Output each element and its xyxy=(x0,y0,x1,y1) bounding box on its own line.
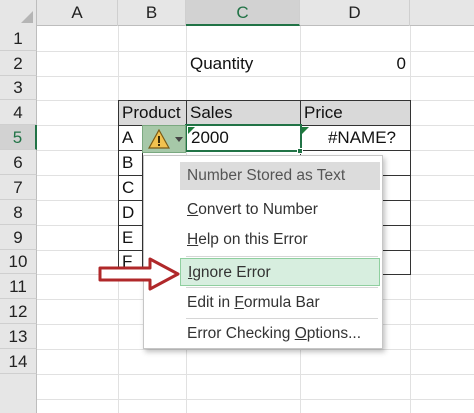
error-indicator-icon xyxy=(302,127,309,134)
row-header-5[interactable]: 5 xyxy=(0,125,37,150)
menu-item-error-checking-options[interactable]: Error Checking Options... xyxy=(180,320,380,348)
menu-item-convert-to-number[interactable]: Convert to Number xyxy=(180,196,380,224)
row-header-11[interactable]: 11 xyxy=(0,274,37,299)
grid-line xyxy=(37,399,474,400)
menu-item-ignore-error[interactable]: Ignore Error xyxy=(180,258,380,286)
warning-triangle-icon xyxy=(148,129,170,149)
price-cell-error[interactable]: #NAME? xyxy=(300,126,396,150)
select-all-icon xyxy=(21,11,33,23)
product-cell[interactable]: E xyxy=(122,226,133,250)
menu-item-help-on-error[interactable]: Help on this Error xyxy=(180,226,380,254)
column-header-b[interactable]: B xyxy=(118,0,186,26)
chevron-down-icon xyxy=(175,137,183,142)
active-cell-border xyxy=(185,124,302,152)
grid-line xyxy=(37,51,474,52)
error-options-menu: Number Stored as Text Convert to Number … xyxy=(143,155,383,349)
error-options-button[interactable] xyxy=(142,125,186,153)
product-cell[interactable]: B xyxy=(122,151,133,175)
grid-line xyxy=(37,374,474,375)
menu-separator xyxy=(186,318,378,319)
row-header-10[interactable]: 10 xyxy=(0,250,37,274)
column-header-d[interactable]: D xyxy=(300,0,410,26)
row-header-8[interactable]: 8 xyxy=(0,200,37,225)
grid-line xyxy=(37,349,474,350)
table-header-product[interactable]: Product xyxy=(118,100,187,126)
row-header-1[interactable]: 1 xyxy=(0,26,37,51)
product-cell[interactable]: D xyxy=(122,201,134,225)
row-header-7[interactable]: 7 xyxy=(0,175,37,200)
row-header-14[interactable]: 14 xyxy=(0,349,37,374)
menu-separator xyxy=(186,256,378,257)
row-header-13[interactable]: 13 xyxy=(0,324,37,349)
grid-line xyxy=(37,76,474,77)
row-header-15[interactable] xyxy=(0,374,37,413)
quantity-label-cell[interactable]: Quantity xyxy=(190,52,253,76)
column-header-c[interactable]: C xyxy=(186,0,300,26)
select-all-corner[interactable] xyxy=(0,0,37,26)
menu-separator xyxy=(186,287,378,288)
column-header-e[interactable] xyxy=(410,0,474,26)
fill-handle[interactable] xyxy=(297,148,303,154)
row-header-6[interactable]: 6 xyxy=(0,150,37,175)
quantity-value-cell[interactable]: 0 xyxy=(300,52,406,76)
table-header-sales[interactable]: Sales xyxy=(186,100,301,126)
row-header-9[interactable]: 9 xyxy=(0,225,37,250)
menu-item-edit-in-formula-bar[interactable]: Edit in Formula Bar xyxy=(180,289,380,317)
product-cell[interactable]: A xyxy=(122,126,133,150)
red-arrow-icon xyxy=(98,257,180,291)
column-header-a[interactable]: A xyxy=(37,0,118,26)
row-header-3[interactable]: 3 xyxy=(0,76,37,100)
row-header-12[interactable]: 12 xyxy=(0,299,37,324)
spreadsheet: A B C D 1 2 3 4 5 6 7 8 9 10 11 12 13 14… xyxy=(0,0,474,413)
row-header-2[interactable]: 2 xyxy=(0,51,37,76)
menu-header: Number Stored as Text xyxy=(180,162,380,190)
row-header-4[interactable]: 4 xyxy=(0,100,37,125)
product-cell[interactable]: C xyxy=(122,176,134,200)
table-header-price[interactable]: Price xyxy=(300,100,411,126)
